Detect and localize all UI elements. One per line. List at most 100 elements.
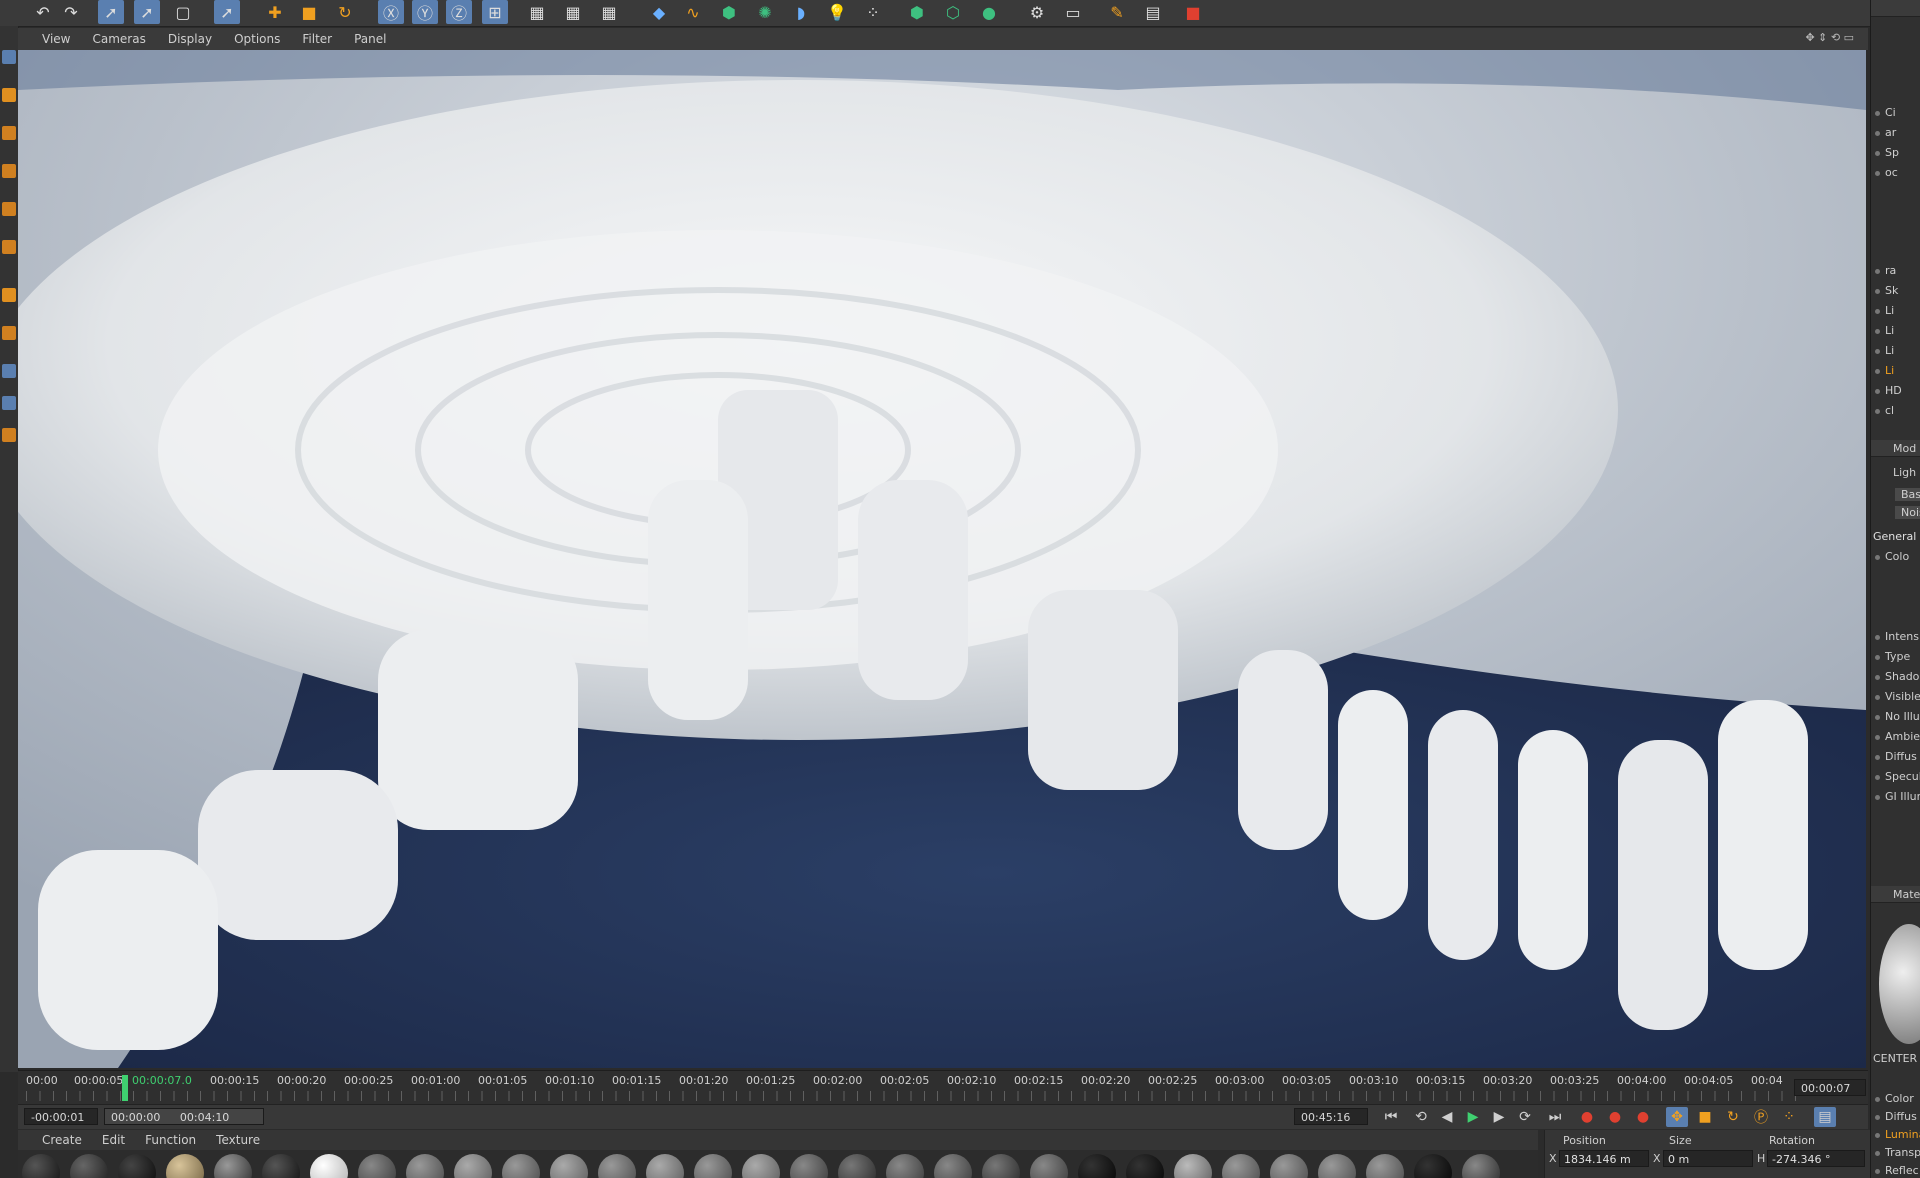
material-swatch[interactable] [1174,1154,1212,1178]
material-swatch[interactable] [1366,1154,1404,1178]
attribute-row[interactable]: Visible [1875,690,1920,703]
size-x-field[interactable]: 0 m [1663,1150,1753,1167]
start-frame-field[interactable]: -00:00:01 [24,1108,98,1125]
deformer-icon[interactable]: ◗ [788,0,814,24]
menu-function[interactable]: Function [145,1133,196,1147]
record-parameter-icon[interactable]: Ⓟ [1750,1107,1772,1127]
material-swatch[interactable] [886,1154,924,1178]
material-swatch[interactable] [262,1154,300,1178]
z-axis-icon[interactable]: Ⓩ [446,0,472,24]
object-item[interactable]: Li [1875,324,1894,337]
cube-icon[interactable]: ◆ [646,0,672,24]
edges-mode-icon[interactable] [2,164,16,178]
material-swatch[interactable] [694,1154,732,1178]
array-icon[interactable]: ✺ [752,0,778,24]
prev-frame-icon[interactable]: ◀ [1436,1107,1458,1127]
object-item[interactable]: HD [1875,384,1902,397]
object-item[interactable]: Sp [1875,146,1899,159]
y-axis-icon[interactable]: Ⓨ [412,0,438,24]
timeline-ruler[interactable]: 00:00 00:00:05 00:00:07.0 00:00:15 00:00… [18,1070,1868,1105]
menu-cameras[interactable]: Cameras [92,32,145,46]
material-swatch[interactable] [982,1154,1020,1178]
texture-mode-icon[interactable] [2,88,16,102]
render-view-icon[interactable]: ▦ [524,0,550,24]
material-swatch[interactable] [790,1154,828,1178]
rotation-h-field[interactable]: -274.346 ° [1767,1150,1865,1167]
object-item[interactable]: Li [1875,304,1894,317]
material-swatch[interactable] [1078,1154,1116,1178]
material-swatch[interactable] [934,1154,972,1178]
material-swatch[interactable] [598,1154,636,1178]
scale-icon[interactable]: ■ [296,0,322,24]
render-settings-icon[interactable]: ▦ [596,0,622,24]
move-icon[interactable]: ➚ [214,0,240,24]
material-swatch[interactable] [166,1154,204,1178]
material-swatch[interactable] [1222,1154,1260,1178]
undo-icon[interactable]: ↶ [30,0,56,24]
solo-icon[interactable] [2,428,16,442]
record-scale-icon[interactable]: ■ [1694,1107,1716,1127]
attribute-row[interactable]: Shado [1875,670,1919,683]
channel-item[interactable]: Reflec [1875,1164,1919,1177]
material-swatch[interactable] [1462,1154,1500,1178]
workplane-icon[interactable] [2,364,16,378]
menu-filter[interactable]: Filter [302,32,332,46]
mode-menu[interactable]: Mod [1893,442,1916,455]
keyframe-selection-icon[interactable]: ● [1632,1107,1654,1127]
attribute-row[interactable]: Type [1875,650,1910,663]
snap-icon[interactable] [2,326,16,340]
material-swatch[interactable] [358,1154,396,1178]
rotate-icon[interactable]: ↻ [332,0,358,24]
goto-start-icon[interactable]: ⏮ [1380,1107,1402,1127]
attribute-row[interactable]: Diffus [1875,750,1917,763]
record-rotation-icon[interactable]: ↻ [1722,1107,1744,1127]
material-swatch[interactable] [1270,1154,1308,1178]
camera-icon[interactable]: ⬡ [940,0,966,24]
material-swatch[interactable] [742,1154,780,1178]
rect-select-icon[interactable]: ▢ [170,0,196,24]
settings-icon[interactable]: ⚙ [1024,0,1050,24]
attribute-row[interactable]: GI Illur [1875,790,1920,803]
spline-icon[interactable]: ∿ [680,0,706,24]
grid-icon[interactable]: ▭ [1060,0,1086,24]
material-swatch[interactable] [502,1154,540,1178]
attribute-row[interactable]: Ambie [1875,730,1920,743]
object-item[interactable]: Sk [1875,284,1898,297]
channel-item[interactable]: Transp [1875,1146,1920,1159]
object-item[interactable]: ar [1875,126,1896,139]
material-swatch[interactable] [1126,1154,1164,1178]
material-swatch[interactable] [1414,1154,1452,1178]
object-item[interactable]: Ci [1875,106,1896,119]
menu-create[interactable]: Create [42,1133,82,1147]
nurbs-icon[interactable]: ⬢ [716,0,742,24]
channel-item-selected[interactable]: Lumina [1875,1128,1920,1141]
material-sphere-icon[interactable]: ● [976,0,1002,24]
autokey-icon[interactable]: ● [1604,1107,1626,1127]
menu-display[interactable]: Display [168,32,212,46]
prev-key-icon[interactable]: ⟲ [1410,1107,1432,1127]
material-swatch[interactable] [550,1154,588,1178]
lock-workplane-icon[interactable] [2,396,16,410]
material-swatch[interactable] [310,1154,348,1178]
material-swatch[interactable] [22,1154,60,1178]
object-item[interactable]: oc [1875,166,1898,179]
particles-icon[interactable]: ⁘ [860,0,886,24]
object-item[interactable]: cl [1875,404,1894,417]
tab-noise[interactable]: Noise [1895,506,1920,519]
goto-end-icon[interactable]: ⏭ [1544,1107,1566,1127]
record-position-icon[interactable]: ✥ [1666,1107,1688,1127]
channel-item[interactable]: Color [1875,1092,1914,1105]
light-icon[interactable]: 💡 [824,0,850,24]
record-icon[interactable]: ● [1576,1107,1598,1127]
material-swatch[interactable] [70,1154,108,1178]
viewport-nav-icons[interactable]: ✥ ⇕ ⟲ ▭ [1805,31,1854,44]
menu-options[interactable]: Options [234,32,280,46]
redo-icon[interactable]: ↷ [58,0,84,24]
material-swatch[interactable] [838,1154,876,1178]
object-item[interactable]: Li [1875,344,1894,357]
render-picture-viewer-icon[interactable]: ▦ [560,0,586,24]
preview-range-slider[interactable]: 00:00:00 00:04:10 [104,1108,264,1125]
move-select-icon[interactable]: ➚ [134,0,160,24]
timeline-settings-icon[interactable]: ▤ [1814,1107,1836,1127]
scene-icon[interactable]: ⬢ [904,0,930,24]
